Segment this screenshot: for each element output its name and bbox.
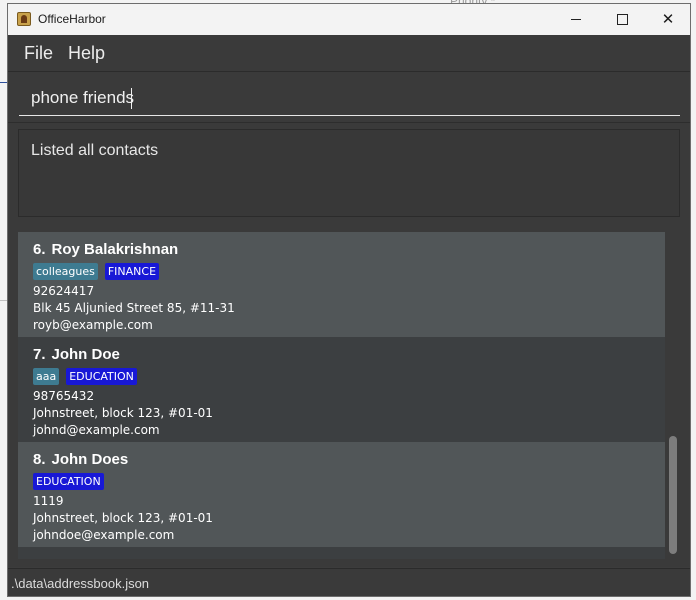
tag: EDUCATION [66, 368, 137, 385]
menu-help[interactable]: Help [68, 43, 105, 64]
menu-file[interactable]: File [24, 43, 53, 64]
person-name-row: 6. Roy Balakrishnan [33, 240, 665, 260]
person-email: johndoe@example.com [33, 528, 175, 542]
person-phone: 92624417 [33, 284, 95, 298]
tag-list: colleagues FINANCE [33, 263, 665, 283]
background-divider-2 [0, 300, 7, 301]
title-bar[interactable]: OfficeHarbor ✕ [8, 4, 690, 35]
person-phone: 1119 [33, 494, 64, 508]
app-window: OfficeHarbor ✕ File Help Listed all cont… [7, 3, 691, 597]
result-display[interactable]: Listed all contacts [18, 129, 680, 217]
person-index: 8. [33, 451, 46, 468]
person-index: 7. [33, 346, 46, 363]
person-name: John Does [51, 451, 129, 468]
app-icon [17, 12, 31, 26]
person-index: 6. [33, 241, 46, 258]
person-card[interactable]: 7. John Doe aaa EDUCATION 98765432 Johnst… [18, 337, 665, 442]
command-input[interactable] [19, 80, 680, 116]
status-bar: .\data\addressbook.json [8, 568, 690, 596]
person-card[interactable]: 8. John Does EDUCATION 1119 Johnstreet, b… [18, 442, 665, 547]
person-name-row: 7. John Doe [33, 345, 665, 365]
result-display-panel: Listed all contacts [8, 122, 690, 225]
window-title: OfficeHarbor [38, 12, 106, 26]
person-address: Blk 45 Aljunied Street 85, #11-31 [33, 301, 235, 315]
result-message: Listed all contacts [31, 142, 159, 159]
text-caret [131, 88, 132, 109]
maximize-button[interactable] [599, 4, 645, 35]
menu-bar: File Help [8, 35, 690, 72]
maximize-icon [616, 14, 628, 25]
background-divider [0, 82, 7, 83]
person-email: johnd@example.com [33, 423, 160, 437]
tag: EDUCATION [33, 473, 104, 490]
person-phone: 98765432 [33, 389, 95, 403]
person-name: John Doe [51, 346, 120, 363]
tag: colleagues [33, 263, 98, 280]
tag-list: aaa EDUCATION [33, 368, 665, 388]
scrollbar-thumb[interactable] [669, 436, 677, 554]
person-address: Johnstreet, block 123, #01-01 [33, 511, 213, 525]
person-name-row: 8. John Does [33, 450, 665, 470]
tag-list: EDUCATION [33, 473, 665, 493]
close-icon: ✕ [661, 10, 675, 28]
person-name: Roy Balakrishnan [51, 241, 179, 258]
command-box [8, 72, 690, 122]
tag: FINANCE [104, 263, 160, 280]
list-scrollbar[interactable] [668, 232, 678, 559]
person-list[interactable]: 6. Roy Balakrishnan colleagues FINANCE 92… [18, 232, 665, 559]
tag: aaa [33, 368, 60, 385]
person-address: Johnstreet, block 123, #01-01 [33, 406, 213, 420]
person-list-panel: 6. Roy Balakrishnan colleagues FINANCE 92… [8, 224, 690, 567]
close-button[interactable]: ✕ [645, 4, 690, 35]
minimize-icon [571, 19, 581, 20]
minimize-button[interactable] [553, 4, 599, 35]
person-email: royb@example.com [33, 318, 153, 332]
person-card[interactable]: 6. Roy Balakrishnan colleagues FINANCE 92… [18, 232, 665, 337]
save-location: .\data\addressbook.json [11, 576, 150, 591]
